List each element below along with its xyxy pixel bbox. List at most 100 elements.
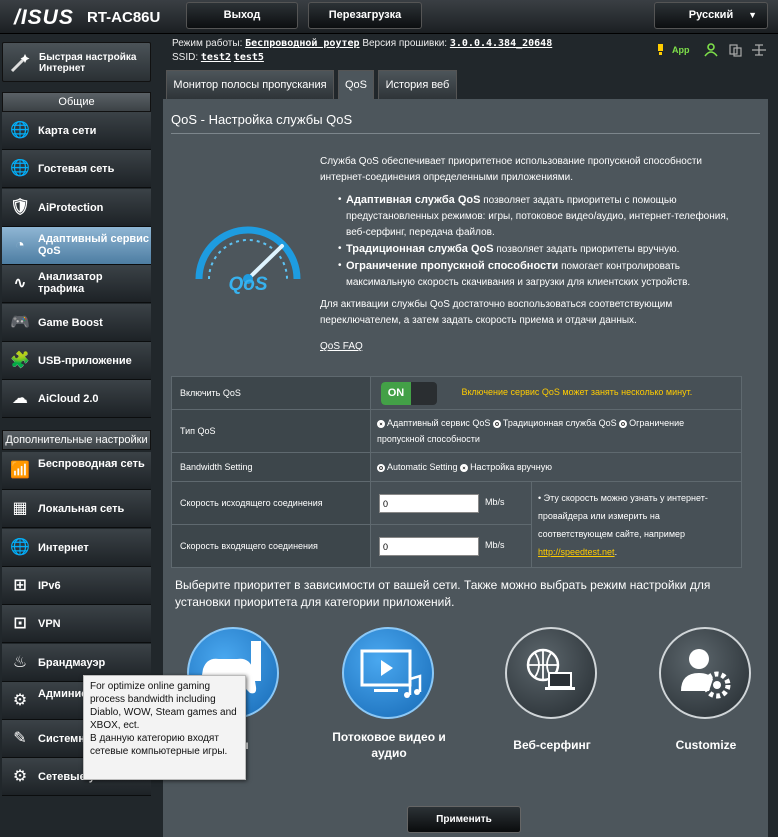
table-row: Тип QoS Адаптивный сервис QoS Традиционн… bbox=[171, 409, 742, 453]
priority-web-surfing-label: Веб-серфинг bbox=[513, 738, 591, 752]
list-item: Традиционная служба QoS позволяет задать… bbox=[338, 241, 748, 258]
sidebar-item-label: Быстрая настройка Интернет bbox=[39, 52, 137, 74]
sidebar-item-lan[interactable]: ▦ Локальная сеть bbox=[2, 490, 151, 529]
tooltip-text-ru: В данную категорию входят сетевые компью… bbox=[90, 733, 228, 757]
priority-streaming-button[interactable] bbox=[342, 627, 434, 719]
reboot-button[interactable]: Перезагрузка bbox=[308, 2, 422, 29]
language-select[interactable]: Русский ▼ bbox=[654, 2, 768, 29]
lan-icon: ▦ bbox=[12, 500, 28, 518]
router-model: RT-AC86U bbox=[87, 9, 161, 26]
section-general: Общие bbox=[2, 92, 151, 112]
qos-type-adaptive-radio[interactable]: Адаптивный сервис QoS bbox=[377, 418, 490, 428]
clients-icon[interactable] bbox=[704, 43, 718, 57]
top-bar: /ISUS RT-AC86U Выход Перезагрузка Русски… bbox=[0, 0, 778, 34]
download-speed-label: Скорость входящего соединения bbox=[171, 524, 371, 568]
firewall-icon: ♨ bbox=[12, 653, 28, 671]
network-status-icon[interactable] bbox=[752, 44, 766, 56]
ipv6-icon: ⊞ bbox=[13, 576, 27, 594]
sidebar-item-globe[interactable]: 🌐 Интернет bbox=[2, 528, 151, 567]
sidebar-item-ipv6[interactable]: ⊞ IPv6 bbox=[2, 566, 151, 605]
qos-type-list: Адаптивная служба QoS позволяет задать п… bbox=[338, 192, 748, 291]
intro-text: Служба QoS обеспечивает приоритетное исп… bbox=[320, 156, 703, 183]
sidebar-item-network-map[interactable]: 🌐 Карта сети bbox=[2, 112, 151, 150]
logout-button[interactable]: Выход bbox=[186, 2, 298, 29]
wireless-icon: 📶 bbox=[10, 462, 30, 479]
sidebar-item-label: Анализатор трафика bbox=[38, 271, 103, 296]
bandwidth-automatic-radio[interactable]: Automatic Setting bbox=[377, 462, 458, 472]
usb-icon: 🧩 bbox=[10, 351, 30, 369]
enable-qos-label: Включить QoS bbox=[171, 376, 371, 410]
asus-logo: /ISUS bbox=[14, 6, 74, 29]
sidebar-item-usb[interactable]: 🧩 USB-приложение bbox=[2, 341, 151, 380]
sidebar-item-label: Адаптивный сервис QoS bbox=[38, 232, 150, 257]
sidebar-item-label: IPv6 bbox=[38, 579, 61, 592]
tab-web-history[interactable]: История веб bbox=[378, 70, 457, 99]
sidebar-item-wireless[interactable]: 📶 Беспроводная сеть bbox=[2, 452, 151, 490]
apply-button[interactable]: Применить bbox=[407, 806, 521, 833]
games-tooltip: For optimize online gaming process bandw… bbox=[83, 675, 246, 780]
priority-customize-button[interactable] bbox=[659, 627, 751, 719]
sidebar-item-label: Локальная сеть bbox=[38, 503, 125, 516]
title-divider bbox=[171, 133, 760, 134]
ssid-1[interactable]: test2 bbox=[201, 52, 231, 63]
app-icon[interactable] bbox=[658, 44, 663, 55]
tab-qos[interactable]: QoS bbox=[338, 70, 374, 99]
syslog-icon: ✎ bbox=[13, 730, 27, 748]
upload-speed-input[interactable]: 0 bbox=[379, 493, 479, 513]
qos-icon: ◔ bbox=[15, 236, 25, 254]
sidebar-item-cloud[interactable]: ☁ AiCloud 2.0 bbox=[2, 380, 151, 419]
mode-label: Режим работы: bbox=[172, 38, 243, 49]
sidebar-item-vpn[interactable]: ⊡ VPN bbox=[2, 605, 151, 644]
firmware-label: Версия прошивки: bbox=[362, 38, 448, 49]
sidebar-item-label: AiProtection bbox=[38, 201, 104, 214]
sidebar-item-traffic-analyzer[interactable]: ∿ Анализатор трафика bbox=[2, 265, 151, 304]
qos-type-traditional-radio[interactable]: Традиционная служба QoS bbox=[492, 418, 617, 428]
priority-description: Выберите приоритет в зависимости от ваше… bbox=[175, 578, 711, 609]
speed-note: • Эту скорость можно узнать у интернет-п… bbox=[531, 481, 742, 568]
activation-text: Для активации службы QoS достаточно восп… bbox=[320, 299, 673, 326]
firmware-link[interactable]: 3.0.0.4.384_20648 bbox=[450, 38, 552, 49]
qos-description: Служба QoS обеспечивает приоритетное исп… bbox=[320, 154, 748, 355]
page-title: QoS - Настройка службы QoS bbox=[171, 112, 353, 127]
sidebar-item-guest-network[interactable]: 🌐 Гостевая сеть bbox=[2, 150, 151, 189]
mode-row: Режим работы: Беспроводной роутер Версия… bbox=[172, 38, 552, 49]
cloud-icon: ☁ bbox=[12, 390, 28, 408]
bandwidth-manual-radio[interactable]: Настройка вручную bbox=[460, 462, 552, 472]
chevron-down-icon: ▼ bbox=[748, 10, 757, 20]
globe-icon: 🌐 bbox=[10, 538, 30, 556]
sidebar-item-label: USB-приложение bbox=[38, 354, 132, 367]
sidebar-item-label: Гостевая сеть bbox=[38, 163, 115, 176]
status-icons: App bbox=[654, 42, 778, 58]
traffic-analyzer-icon: ∿ bbox=[13, 275, 27, 293]
upload-unit: Mb/s bbox=[485, 497, 505, 508]
ssid-2[interactable]: test5 bbox=[234, 52, 264, 63]
customize-icon bbox=[681, 649, 731, 699]
sidebar-item-label: AiCloud 2.0 bbox=[38, 393, 99, 406]
language-value: Русский bbox=[688, 9, 734, 21]
qos-faq-link[interactable]: QoS FAQ bbox=[320, 339, 363, 355]
qos-type-label: Тип QoS bbox=[171, 409, 371, 453]
app-label: App bbox=[672, 45, 690, 55]
priority-web-surfing-button[interactable] bbox=[505, 627, 597, 719]
sidebar-item-quick-setup[interactable]: Быстрая настройка Интернет bbox=[2, 42, 151, 82]
speedtest-link[interactable]: http://speedtest.net bbox=[538, 547, 615, 557]
sidebar-item-gamepad[interactable]: 🎮 Game Boost bbox=[2, 303, 151, 342]
vpn-icon: ⊡ bbox=[13, 615, 27, 633]
usb-status-icon[interactable] bbox=[729, 44, 742, 57]
media-streaming-icon bbox=[360, 649, 422, 698]
main-content: QoS - Настройка службы QoS QoS Служба Qo… bbox=[163, 99, 768, 837]
enable-qos-toggle[interactable]: ON bbox=[381, 381, 437, 405]
admin-icon: ⚙ bbox=[12, 691, 28, 709]
sidebar-item-label: Беспроводная сеть bbox=[38, 458, 145, 470]
priority-streaming-label: Потоковое видео и аудио bbox=[332, 730, 446, 760]
network-map-icon: 🌐 bbox=[10, 122, 30, 139]
sidebar-item-label: VPN bbox=[38, 618, 61, 631]
sidebar-item-aiprotection[interactable]: 🛡 AiProtection bbox=[2, 188, 151, 227]
tab-bandwidth-monitor[interactable]: Монитор полосы пропускания bbox=[166, 70, 334, 99]
mode-link[interactable]: Беспроводной роутер bbox=[245, 38, 359, 49]
download-speed-input[interactable]: 0 bbox=[379, 536, 479, 556]
gamepad-icon: 🎮 bbox=[10, 313, 30, 331]
list-item: Ограничение пропускной способности помог… bbox=[338, 258, 748, 291]
web-surfing-icon bbox=[526, 648, 575, 690]
sidebar-item-qos[interactable]: ◔ Адаптивный сервис QoS bbox=[2, 226, 151, 265]
